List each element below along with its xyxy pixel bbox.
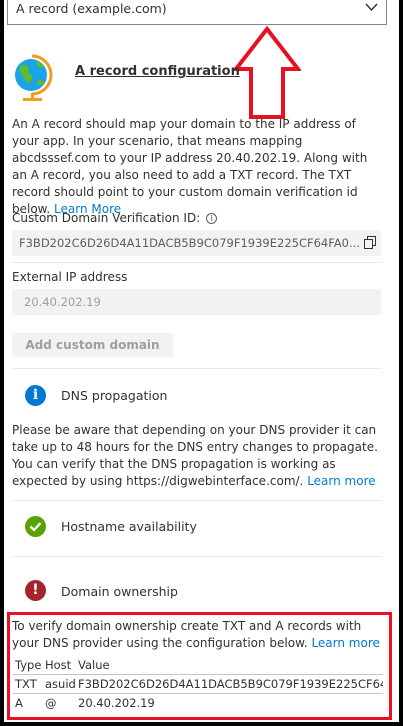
verification-id-label-text: Custom Domain Verification ID: bbox=[12, 211, 201, 225]
divider bbox=[12, 556, 382, 557]
add-custom-domain-button[interactable]: Add custom domain bbox=[12, 333, 173, 357]
verification-id-label: Custom Domain Verification ID: i bbox=[12, 211, 218, 225]
dns-learn-more-link[interactable]: Learn more bbox=[307, 474, 375, 488]
domain-ownership-title: Domain ownership bbox=[61, 584, 178, 599]
dns-propagation-text: Please be aware that depending on your D… bbox=[12, 422, 384, 490]
divider bbox=[12, 368, 382, 369]
external-ip-field: 20.40.202.19 bbox=[12, 289, 381, 315]
info-icon[interactable]: i bbox=[206, 213, 218, 224]
record-type-select-value: A record (example.com) bbox=[16, 1, 167, 16]
external-ip-value: 20.40.202.19 bbox=[24, 295, 101, 309]
external-ip-label: External IP address bbox=[12, 270, 128, 284]
annotation-arrow-icon bbox=[233, 26, 301, 119]
divider bbox=[12, 262, 382, 263]
chevron-down-icon bbox=[365, 0, 378, 15]
dns-propagation-title: DNS propagation bbox=[61, 388, 168, 403]
divider bbox=[12, 500, 382, 501]
info-filled-icon: i bbox=[25, 385, 46, 406]
copy-icon[interactable] bbox=[364, 236, 376, 249]
section-title: A record configuration bbox=[75, 64, 240, 79]
hostname-availability-title: Hostname availability bbox=[61, 519, 197, 534]
checkmark-icon bbox=[25, 516, 46, 537]
verification-id-value: F3BD202C6D26D4A11DACB5B9C079F1939E225CF6… bbox=[19, 236, 360, 250]
verification-id-field[interactable]: F3BD202C6D26D4A11DACB5B9C079F1939E225CF6… bbox=[12, 230, 381, 256]
error-icon: ! bbox=[25, 580, 46, 601]
record-type-select[interactable]: A record (example.com) bbox=[7, 0, 387, 25]
globe-icon bbox=[15, 54, 53, 101]
custom-domain-panel: A record (example.com) A record configur… bbox=[4, 0, 399, 722]
annotation-highlight-box bbox=[7, 612, 392, 720]
intro-text: An A record should map your domain to th… bbox=[12, 116, 384, 218]
